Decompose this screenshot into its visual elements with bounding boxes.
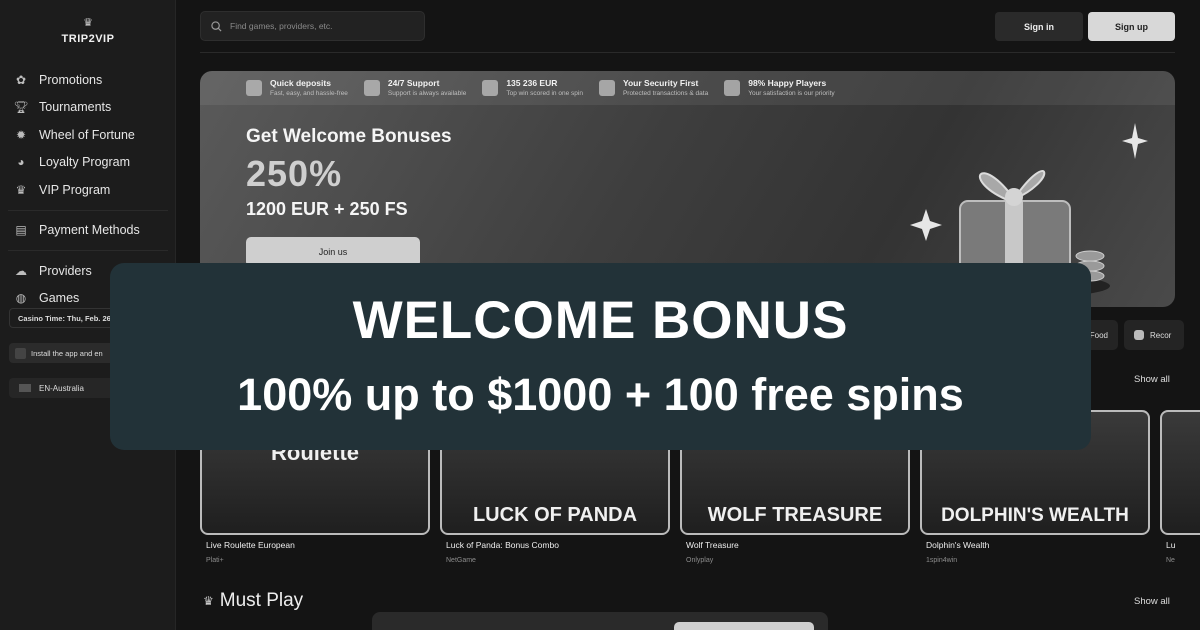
- feature-subtitle: Fast, easy, and hassle-free: [270, 90, 348, 97]
- section-title-must-play: ♛ Must Play: [203, 590, 303, 612]
- game-provider: Ne: [1166, 557, 1175, 564]
- signin-button[interactable]: Sign in: [995, 12, 1083, 41]
- game-art-text: WOLF TREASURE: [707, 504, 883, 526]
- crown-icon: ♛: [203, 594, 214, 608]
- check-icon: [1134, 330, 1144, 340]
- hero-percent: 250%: [246, 153, 343, 194]
- install-app-label: Install the app and en: [31, 348, 103, 358]
- sidebar-item-label: Promotions: [39, 72, 103, 87]
- divider: [8, 209, 168, 211]
- language-label: EN-Australia: [39, 383, 84, 393]
- shield-icon: [598, 80, 615, 96]
- game-provider: Onlyplay: [686, 557, 714, 564]
- game-art-text: LUCK OF PANDA: [472, 504, 638, 526]
- sidebar-item-label: Tournaments: [39, 100, 112, 115]
- promotions-icon: ✿: [15, 72, 27, 87]
- sidebar-item-promotions[interactable]: ✿ Promotions: [0, 66, 176, 94]
- logo-text: TRIP2VIP: [61, 33, 115, 45]
- overlay-subtitle: 100% up to $1000 + 100 free spins: [237, 369, 964, 420]
- sidebar-item-label: Providers: [39, 263, 92, 278]
- feature-item: Your Security First Protected transaction…: [598, 71, 709, 105]
- sidebar-item-label: VIP Program: [39, 182, 111, 197]
- game-title[interactable]: Luck of Panda: Bonus Combo: [446, 540, 559, 550]
- deposit-icon: [246, 80, 262, 96]
- search-icon: [211, 20, 222, 32]
- game-art-text: DOLPHIN'S WEALTH: [941, 505, 1129, 526]
- category-chip-recommended[interactable]: Recor: [1124, 320, 1184, 350]
- trophy-icon: 🏆︎: [13, 100, 29, 115]
- feature-title: 24/7 Support: [387, 78, 440, 88]
- chip-label: Food: [1089, 330, 1108, 340]
- feature-title: 98% Happy Players: [748, 78, 827, 88]
- search-bar[interactable]: [200, 11, 425, 41]
- payment-icon: ▤: [15, 223, 27, 238]
- sidebar-item-loyalty-program[interactable]: ◕ Loyalty Program: [0, 149, 176, 177]
- welcome-bonus-overlay: WELCOME BONUS 100% up to $1000 + 100 fre…: [110, 263, 1091, 450]
- support-icon: [363, 80, 380, 96]
- show-all-link[interactable]: Show all: [1134, 596, 1170, 607]
- hero-amount: 1200 EUR + 250 FS: [246, 199, 408, 219]
- feature-subtitle: Protected transactions & data: [622, 90, 709, 97]
- app-icon: [15, 347, 26, 359]
- hero-title: Get Welcome Bonuses: [246, 126, 452, 147]
- chip-label: Recor: [1150, 330, 1172, 340]
- overlay-title: WELCOME BONUS: [352, 291, 849, 350]
- game-card[interactable]: [1160, 410, 1200, 535]
- feature-title: Your Security First: [622, 78, 699, 88]
- money-icon: [482, 80, 499, 96]
- search-input[interactable]: [230, 21, 415, 31]
- toolbar-segment[interactable]: [674, 622, 814, 630]
- feature-item: Quick deposits Fast, easy, and hassle-fre…: [246, 71, 348, 105]
- section-title-label: Must Play: [219, 590, 304, 611]
- feature-item: 98% Happy Players Your satisfaction is ou…: [724, 71, 835, 105]
- sidebar-item-label: Games: [39, 291, 80, 306]
- game-provider: NetGame: [446, 557, 476, 564]
- show-all-link[interactable]: Show all: [1134, 374, 1170, 385]
- sparkle-icon: [1122, 123, 1148, 159]
- feature-title: 135 236 EUR: [506, 78, 558, 88]
- sidebar-item-tournaments[interactable]: 🏆︎ Tournaments: [0, 94, 176, 122]
- sidebar-item-label: Payment Methods: [39, 223, 140, 238]
- feature-subtitle: Your satisfaction is our priority: [748, 90, 835, 97]
- sidebar-item-wheel-of-fortune[interactable]: ✹ Wheel of Fortune: [0, 121, 176, 149]
- providers-icon: ☁: [15, 263, 27, 278]
- feature-title: Quick deposits: [270, 78, 331, 88]
- flag-icon: [19, 384, 31, 392]
- sidebar-item-label: Loyalty Program: [39, 155, 131, 170]
- crown-icon: ♛: [15, 182, 27, 197]
- signup-button[interactable]: Sign up: [1088, 12, 1175, 41]
- bottom-toolbar: [372, 612, 828, 630]
- game-title[interactable]: Live Roulette European: [206, 540, 295, 550]
- wheel-icon: ✹: [15, 127, 27, 142]
- loyalty-icon: ◕: [17, 155, 25, 170]
- gamepad-icon: ◍: [15, 291, 27, 306]
- game-title[interactable]: Wolf Treasure: [686, 540, 739, 550]
- features-bar: Quick deposits Fast, easy, and hassle-fre…: [200, 71, 1175, 105]
- game-provider: Plati+: [206, 557, 224, 564]
- game-title[interactable]: Lu: [1166, 540, 1175, 550]
- sidebar-item-vip-program[interactable]: ♛ VIP Program: [0, 176, 176, 204]
- thumbs-up-icon: [724, 80, 741, 96]
- sidebar-item-label: Wheel of Fortune: [39, 127, 135, 142]
- sidebar-item-payment-methods[interactable]: ▤ Payment Methods: [0, 217, 176, 245]
- feature-item: 135 236 EUR Top win scored in one spin: [482, 71, 583, 105]
- feature-item: 24/7 Support Support is always available: [363, 71, 467, 105]
- brand-logo[interactable]: ♛ TRIP2VIP: [58, 18, 118, 52]
- divider: [200, 52, 1175, 53]
- feature-subtitle: Support is always available: [387, 90, 467, 97]
- crown-icon: ♛: [83, 17, 93, 29]
- game-provider: 1spin4win: [926, 557, 958, 564]
- feature-subtitle: Top win scored in one spin: [506, 90, 583, 97]
- divider: [8, 250, 168, 251]
- game-title[interactable]: Dolphin's Wealth: [926, 540, 989, 550]
